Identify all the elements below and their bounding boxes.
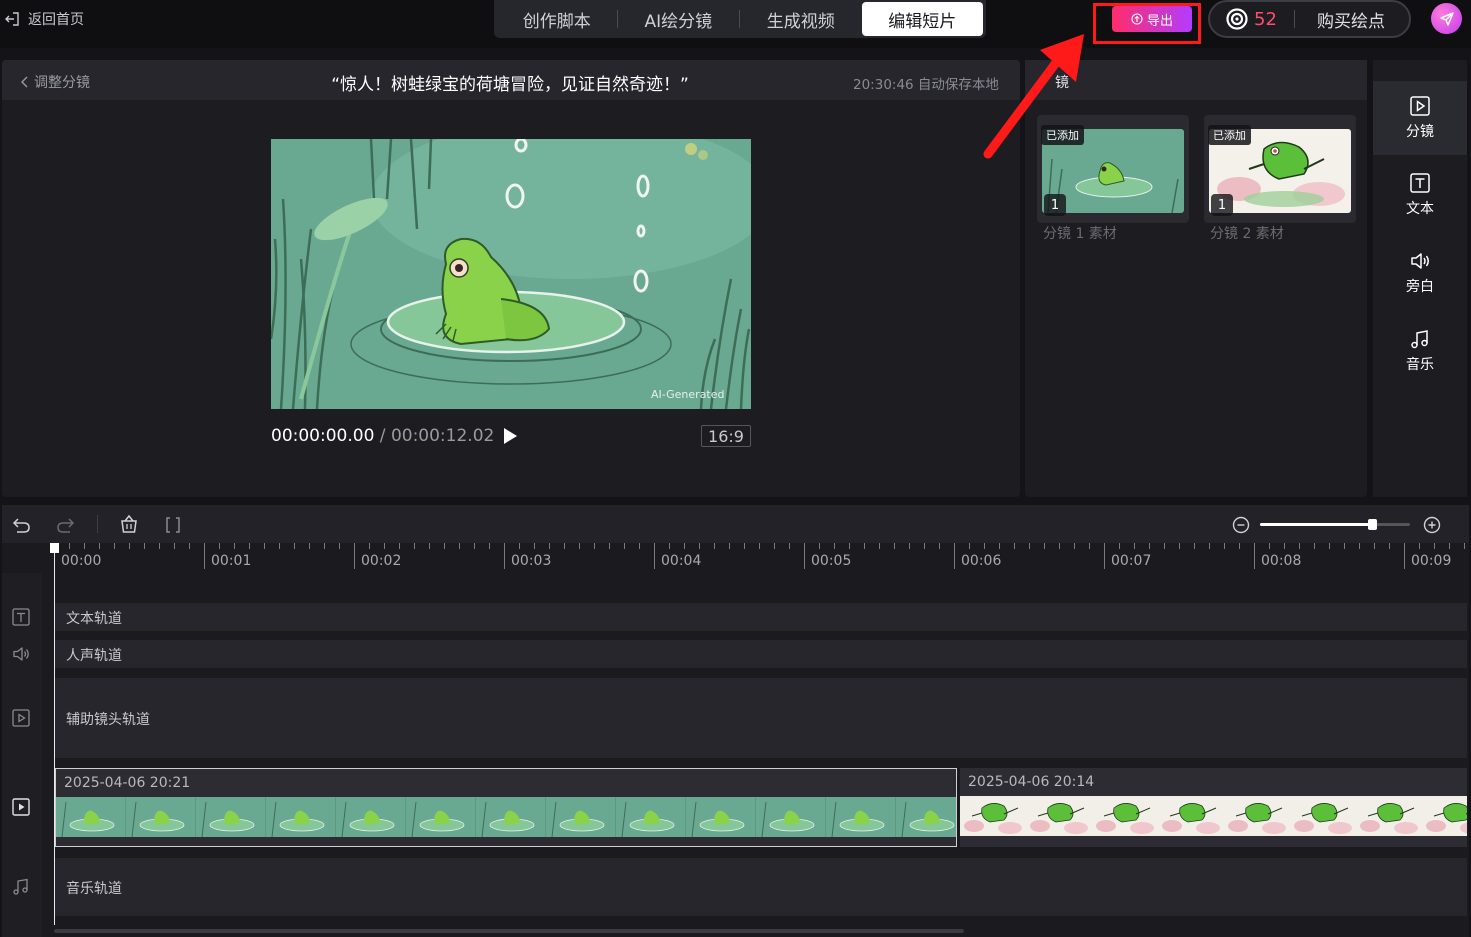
voice-track-label: 人声轨道 (66, 648, 122, 664)
added-badge: 已添加 (1208, 125, 1251, 145)
aux-camera-track[interactable] (54, 678, 1467, 758)
points-divider (1294, 10, 1295, 28)
ruler-tick-label: 00:02 (361, 553, 402, 569)
ruler-tick-label: 00:08 (1261, 553, 1302, 569)
tab-label: 编辑短片 (888, 11, 957, 32)
text-icon (1410, 173, 1430, 193)
exit-icon (5, 12, 19, 26)
ruler-tick-label: 00:04 (661, 553, 702, 569)
sidebar-item-music[interactable]: 音乐 (1373, 314, 1467, 388)
text-track-icon (12, 608, 30, 626)
aux-camera-track-label: 辅助镜头轨道 (66, 712, 150, 728)
toolbar-divider (97, 515, 98, 533)
voice-track[interactable] (54, 640, 1467, 668)
play-square-icon (12, 709, 30, 727)
points-count: 52 (1254, 8, 1277, 30)
text-track-label: 文本轨道 (66, 611, 122, 627)
chevron-left-icon (21, 76, 28, 88)
video-preview[interactable]: AI-Generated (271, 139, 751, 409)
time-separator: / (374, 426, 391, 446)
tab-edit-short[interactable]: 编辑短片 (861, 2, 984, 36)
storyboard-item-2[interactable]: 已添加 1 (1204, 115, 1356, 223)
tab-label: 创作脚本 (522, 11, 591, 32)
delete-icon[interactable] (119, 514, 139, 534)
music-track-label: 音乐轨道 (66, 881, 122, 897)
redo-icon[interactable] (55, 515, 75, 535)
play-square-icon (1410, 96, 1430, 116)
sidebar-item-storyboard[interactable]: 分镜 (1373, 81, 1467, 155)
clip-filmstrip (56, 797, 956, 837)
ruler-tick-label: 00:07 (1111, 553, 1152, 569)
ruler-tick-label: 00:00 (61, 553, 102, 569)
music-track[interactable] (54, 858, 1467, 916)
music-note-icon (1411, 330, 1428, 349)
timeline-ruler[interactable] (54, 543, 1467, 573)
paper-plane-icon (1439, 11, 1454, 26)
points-coin-icon (1226, 8, 1248, 30)
ai-generated-watermark: AI-Generated (651, 388, 725, 401)
timeline-scrollbar[interactable] (54, 929, 964, 933)
text-track[interactable] (54, 603, 1467, 631)
clip-date: 2025-04-06 20:14 (968, 774, 1095, 790)
tab-label: 生成视频 (766, 11, 835, 32)
storyboard-number: 1 (1211, 194, 1233, 216)
speaker-icon (13, 647, 29, 661)
zoom-in-icon[interactable] (1422, 515, 1442, 535)
split-icon[interactable] (163, 515, 183, 535)
back-home-button[interactable]: 返回首页 (4, 8, 84, 30)
tab-generate-video[interactable]: 生成视频 (740, 2, 862, 36)
sidebar-item-label: 文本 (1406, 201, 1434, 217)
ruler-tick-label: 00:05 (811, 553, 852, 569)
tab-ai-storyboard[interactable]: AI绘分镜 (618, 2, 740, 36)
sidebar-item-label: 音乐 (1406, 357, 1434, 373)
video-clip-2[interactable]: 2025-04-06 20:14 (960, 768, 1467, 847)
video-title: “惊人！树蛙绿宝的荷塘冒险，见证自然奇迹！” (331, 75, 689, 95)
adjust-storyboard-link[interactable]: 调整分镜 (20, 72, 90, 92)
ruler-tick-label: 00:01 (211, 553, 252, 569)
adjust-storyboard-label: 调整分镜 (34, 75, 90, 91)
frog-on-lilypad-image: AI-Generated (271, 139, 751, 409)
current-time: 00:00:00.00 (271, 426, 375, 446)
back-home-label: 返回首页 (28, 12, 84, 28)
video-clip-1[interactable]: 2025-04-06 20:21 (55, 768, 957, 847)
storyboard-label: 分镜 2 素材 (1210, 226, 1284, 242)
aspect-ratio-selector[interactable]: 16:9 (701, 425, 751, 447)
total-time: 00:00:12.02 (390, 426, 495, 446)
playhead-handle[interactable] (50, 543, 59, 553)
autosave-status: 20:30:46 自动保存本地 (853, 77, 999, 93)
buy-points-button[interactable]: 购买绘点 (1317, 7, 1385, 32)
zoom-slider-handle[interactable] (1368, 519, 1377, 530)
annotation-arrow (983, 34, 1084, 159)
sidebar-item-label: 分镜 (1406, 124, 1434, 140)
step-tabs: 创作脚本 AI绘分镜 生成视频 编辑短片 (494, 0, 986, 38)
points-pill: 52 购买绘点 (1208, 0, 1411, 38)
undo-icon[interactable] (12, 515, 32, 535)
sidebar-item-label: 旁白 (1406, 279, 1434, 295)
storyboard-number: 1 (1044, 194, 1066, 216)
clip-filmstrip (960, 796, 1467, 836)
video-track-icon (12, 798, 30, 816)
timecode: 00:00:00.00 / 00:00:12.02 (271, 426, 494, 446)
annotation-highlight-box (1093, 3, 1201, 44)
playhead-line[interactable] (54, 545, 55, 925)
zoom-out-icon[interactable] (1231, 515, 1251, 535)
clip-date: 2025-04-06 20:21 (64, 775, 191, 791)
sidebar-item-text[interactable]: 文本 (1373, 158, 1467, 232)
speaker-icon (1411, 253, 1429, 269)
sidebar-item-narration[interactable]: 旁白 (1373, 236, 1467, 310)
ruler-tick-label: 00:06 (961, 553, 1002, 569)
send-button[interactable] (1431, 3, 1462, 34)
ruler-tick-label: 00:03 (511, 553, 552, 569)
music-note-icon (13, 878, 28, 895)
play-icon[interactable] (500, 426, 520, 446)
tab-label: AI绘分镜 (644, 11, 713, 32)
tab-script[interactable]: 创作脚本 (497, 2, 617, 36)
storyboard-label: 分镜 1 素材 (1043, 226, 1117, 242)
zoom-slider-fill (1260, 523, 1372, 526)
ruler-tick-label: 00:09 (1411, 553, 1452, 569)
